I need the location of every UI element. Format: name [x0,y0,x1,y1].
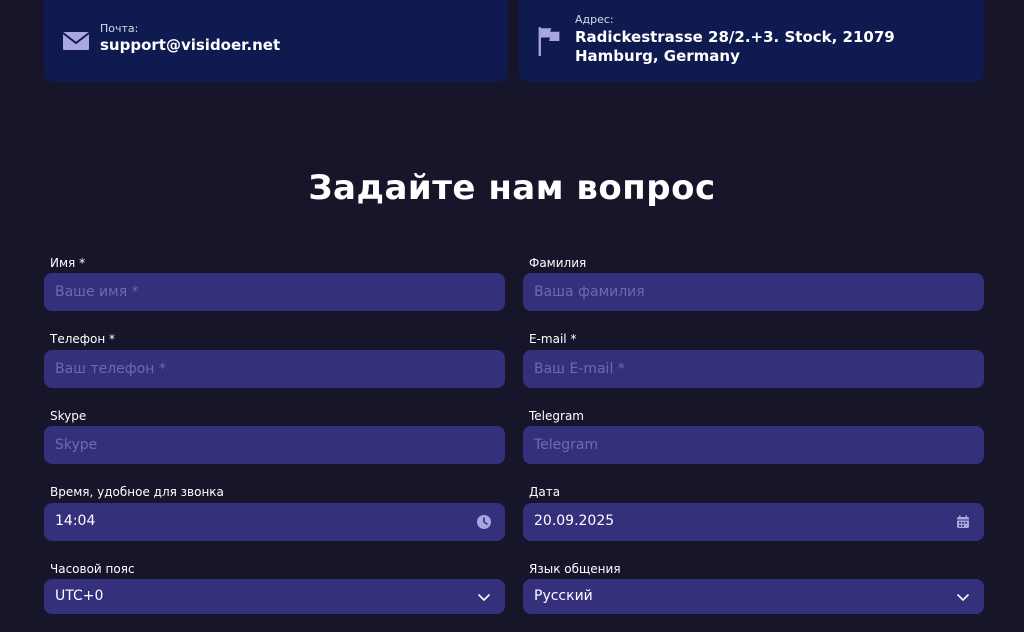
chevron-down-icon [478,594,490,602]
address-label: Адрес: [575,13,614,26]
email-link[interactable]: support@visidoer.net [100,36,280,55]
email-card: Почта: support@visidoer.net [44,0,508,82]
email-label: Почта: [100,22,139,35]
last-name-field-wrap [523,273,984,311]
form-title: Задайте нам вопрос [308,168,716,208]
phone-input[interactable] [44,350,505,388]
skype-label: Skype [50,409,87,423]
telegram-field-wrap [523,426,984,464]
address-value: Radickestrasse 28/2.+3. Stock, 21079 Ham… [575,28,895,65]
telegram-label: Telegram [529,409,584,423]
timezone-label: Часовой пояс [50,562,135,576]
first-name-label: Имя * [50,256,86,270]
language-label: Язык общения [529,562,621,576]
language-select[interactable]: Русский [523,579,984,614]
skype-field-wrap [44,426,505,464]
last-name-input[interactable] [523,273,984,311]
language-value: Русский [534,588,593,604]
calendar-icon[interactable] [956,515,970,529]
phone-field-wrap [44,350,505,388]
timezone-value: UTC+0 [55,588,104,604]
skype-input[interactable] [44,426,505,464]
clock-icon[interactable] [477,515,491,529]
chevron-down-icon [957,594,969,602]
date-label: Дата [529,485,561,499]
email-field-wrap [523,350,984,388]
flag-icon [538,27,560,56]
mail-icon [62,32,90,50]
last-name-label: Фамилия [529,256,587,270]
telegram-input[interactable] [523,426,984,464]
first-name-input[interactable] [44,273,505,311]
date-value: 20.09.2025 [534,513,615,529]
phone-label: Телефон * [50,332,116,346]
date-input[interactable]: 20.09.2025 [523,503,984,541]
address-card: Адрес: Radickestrasse 28/2.+3. Stock, 21… [519,0,984,82]
call-time-input[interactable]: 14:04 [44,503,505,541]
call-time-label: Время, удобное для звонка [50,485,224,499]
call-time-value: 14:04 [55,513,96,529]
first-name-field-wrap [44,273,505,311]
email-input[interactable] [523,350,984,388]
timezone-select[interactable]: UTC+0 [44,579,505,614]
email-field-label: E-mail * [529,332,577,346]
